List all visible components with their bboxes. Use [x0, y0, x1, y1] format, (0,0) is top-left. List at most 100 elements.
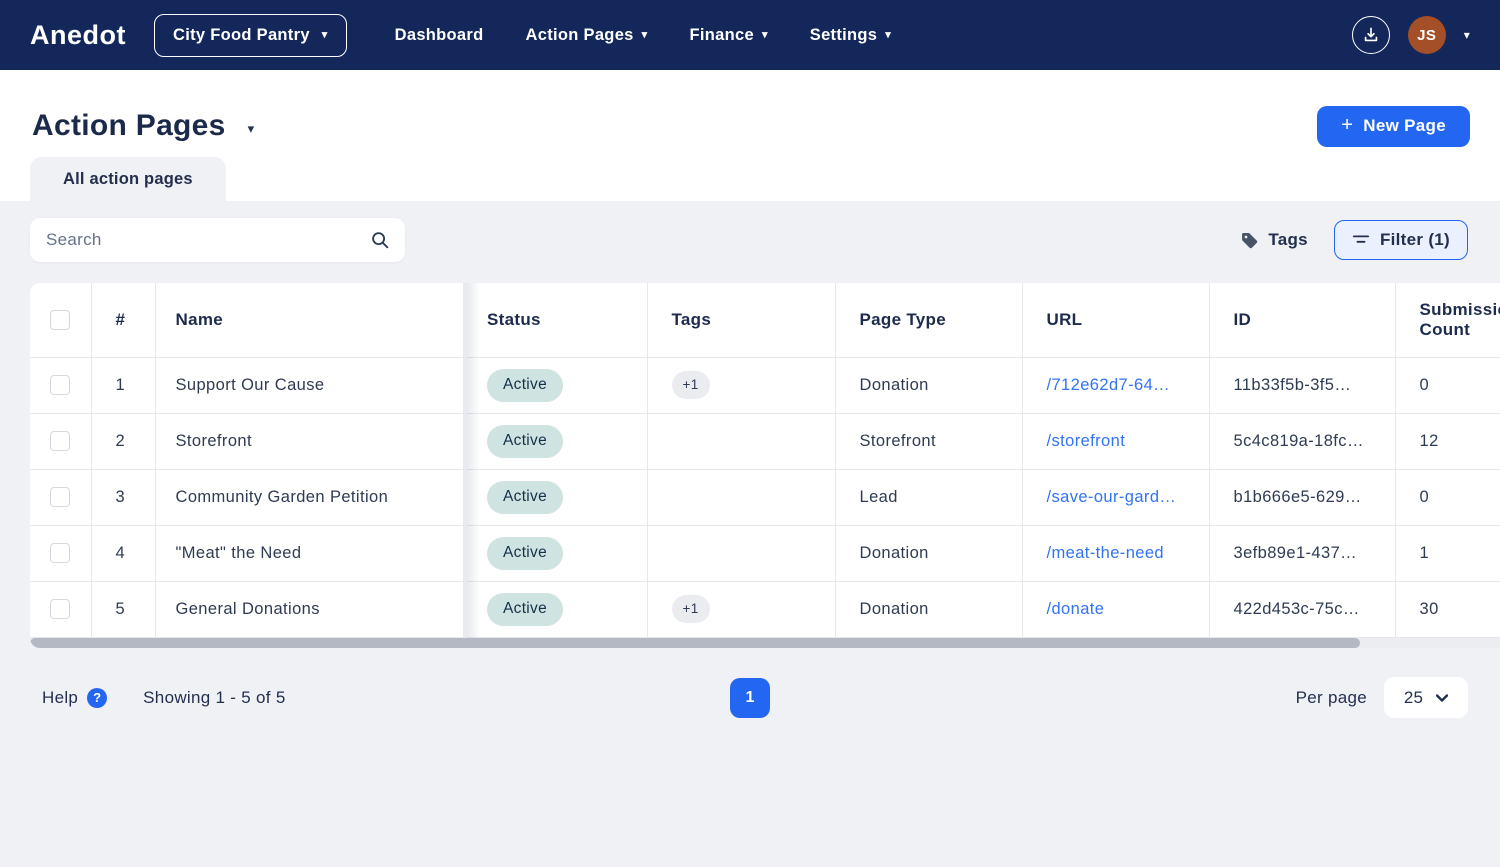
- new-page-button[interactable]: + New Page: [1317, 105, 1470, 147]
- page-type: Donation: [834, 357, 1022, 414]
- nav-item-settings[interactable]: Settings ▾: [810, 26, 891, 45]
- tag-icon: [1242, 232, 1258, 248]
- url-cell: /storefront: [1021, 413, 1209, 470]
- page-name: General Donations: [154, 581, 463, 638]
- nav-item-label: Dashboard: [394, 25, 484, 44]
- nav-item-finance[interactable]: Finance ▾: [689, 26, 767, 45]
- filter-icon: [1352, 235, 1370, 243]
- status-cell: Active: [463, 581, 647, 638]
- submission-count: 1: [1394, 525, 1500, 582]
- page-name: Support Our Cause: [154, 357, 463, 414]
- pagination-page-1-button[interactable]: 1: [730, 677, 770, 718]
- nav-item-label: Settings: [809, 25, 878, 44]
- row-checkbox-cell: [30, 357, 91, 414]
- chevron-down-icon: ▾: [885, 28, 892, 41]
- tags-button[interactable]: Tags: [1240, 230, 1308, 250]
- row-checkbox[interactable]: [50, 487, 71, 507]
- plus-icon: +: [1341, 113, 1354, 136]
- url-cell: /donate: [1021, 581, 1209, 638]
- top-navbar: Anedot City Food Pantry ▾ Dashboard Acti…: [0, 0, 1500, 70]
- chevron-down-icon: ▾: [641, 28, 648, 41]
- nav-item-dashboard[interactable]: Dashboard: [395, 26, 484, 45]
- column-header-url: URL: [1021, 283, 1209, 358]
- download-icon: [1364, 27, 1378, 42]
- row-number: 3: [90, 469, 155, 526]
- column-header-submission-count: Submission Count: [1394, 283, 1500, 358]
- status-cell: Active: [463, 357, 647, 414]
- page-url-link[interactable]: /donate: [1047, 600, 1105, 618]
- chevron-down-icon: ▾: [761, 28, 768, 41]
- tag-count-badge[interactable]: +1: [671, 371, 710, 399]
- tags-cell: [646, 525, 835, 582]
- table-row: 3 Community Garden Petition Active Lead/sav…: [30, 469, 1500, 526]
- url-cell: /712e62d7-64…: [1021, 357, 1209, 414]
- horizontal-scrollbar-track[interactable]: [30, 637, 1500, 648]
- page-type: Donation: [834, 581, 1022, 638]
- row-checkbox[interactable]: [50, 375, 71, 395]
- row-checkbox[interactable]: [50, 543, 71, 563]
- submission-count: 30: [1394, 581, 1500, 638]
- filter-button[interactable]: Filter (1): [1333, 220, 1468, 260]
- tags-cell: +1: [646, 581, 835, 638]
- row-number: 2: [90, 413, 155, 470]
- table-row: 5 General Donations Active +1 Donation/donat…: [30, 581, 1500, 638]
- select-all-checkbox[interactable]: [50, 310, 71, 330]
- row-number: 4: [90, 525, 155, 582]
- row-number: 5: [90, 581, 155, 638]
- page-name: Community Garden Petition: [154, 469, 463, 526]
- new-page-label: New Page: [1363, 116, 1446, 135]
- per-page-select[interactable]: 25: [1384, 677, 1468, 718]
- page-name: "Meat" the Need: [154, 525, 463, 582]
- column-header-num: #: [90, 283, 155, 358]
- status-badge: Active: [487, 424, 564, 458]
- organization-name: City Food Pantry: [172, 25, 310, 44]
- nav-item-action-pages[interactable]: Action Pages ▾: [526, 26, 648, 45]
- status-cell: Active: [463, 525, 647, 582]
- table-footer: Help ? Showing 1 - 5 of 5 1 Per page 25: [0, 677, 1500, 718]
- table-row: 1 Support Our Cause Active +1 Donation/712e6…: [30, 357, 1500, 414]
- row-checkbox[interactable]: [50, 431, 71, 451]
- tags-cell: [646, 469, 835, 526]
- chevron-down-icon: [1436, 693, 1449, 702]
- chevron-down-icon: ▾: [321, 28, 328, 41]
- row-checkbox-cell: [30, 525, 91, 582]
- account-menu-caret-icon[interactable]: ▾: [1464, 28, 1470, 42]
- showing-count: Showing 1 - 5 of 5: [143, 687, 286, 707]
- nav-item-label: Action Pages: [525, 25, 634, 44]
- per-page-label: Per page: [1295, 687, 1367, 707]
- page-url-link[interactable]: /save-our-gard…: [1047, 488, 1177, 506]
- table-row: 4 "Meat" the Need Active Donation/meat-the-…: [30, 525, 1500, 582]
- action-pages-table: # Name Status Tags Page Type URL ID Subm…: [30, 283, 1500, 648]
- organization-selector[interactable]: City Food Pantry ▾: [153, 13, 347, 57]
- per-page-value: 25: [1403, 687, 1424, 707]
- row-checkbox-cell: [30, 581, 91, 638]
- submission-count: 0: [1394, 357, 1500, 414]
- page-url-link[interactable]: /meat-the-need: [1047, 544, 1165, 562]
- main-nav: Dashboard Action Pages ▾ Finance ▾ Setti…: [395, 26, 891, 45]
- horizontal-scrollbar-thumb[interactable]: [30, 637, 1360, 648]
- tab-all-action-pages[interactable]: All action pages: [30, 157, 226, 201]
- filter-label: Filter (1): [1379, 230, 1450, 249]
- help-question-icon: ?: [87, 687, 108, 708]
- url-cell: /meat-the-need: [1021, 525, 1209, 582]
- tag-count-badge[interactable]: +1: [671, 595, 710, 623]
- tags-cell: +1: [646, 357, 835, 414]
- status-badge: Active: [487, 480, 564, 514]
- page-header: Action Pages ▾ + New Page: [0, 70, 1500, 158]
- table-row: 2 Storefront Active Storefront/storefront 5c…: [30, 413, 1500, 470]
- table-header-row: # Name Status Tags Page Type URL ID Subm…: [30, 283, 1500, 358]
- page-id: 422d453c-75c…: [1208, 581, 1395, 638]
- row-checkbox[interactable]: [50, 599, 71, 619]
- avatar[interactable]: JS: [1407, 16, 1446, 54]
- title-dropdown-caret-icon[interactable]: ▾: [248, 115, 255, 137]
- search-input[interactable]: [30, 218, 405, 262]
- anedot-logo[interactable]: Anedot: [30, 20, 126, 51]
- page-url-link[interactable]: /712e62d7-64…: [1047, 376, 1171, 394]
- download-button[interactable]: [1351, 16, 1390, 54]
- page-id: 5c4c819a-18fc…: [1208, 413, 1395, 470]
- help-button[interactable]: Help ?: [42, 687, 108, 708]
- page-url-link[interactable]: /storefront: [1047, 432, 1126, 450]
- page-type: Lead: [834, 469, 1022, 526]
- row-checkbox-cell: [30, 413, 91, 470]
- row-checkbox-cell: [30, 469, 91, 526]
